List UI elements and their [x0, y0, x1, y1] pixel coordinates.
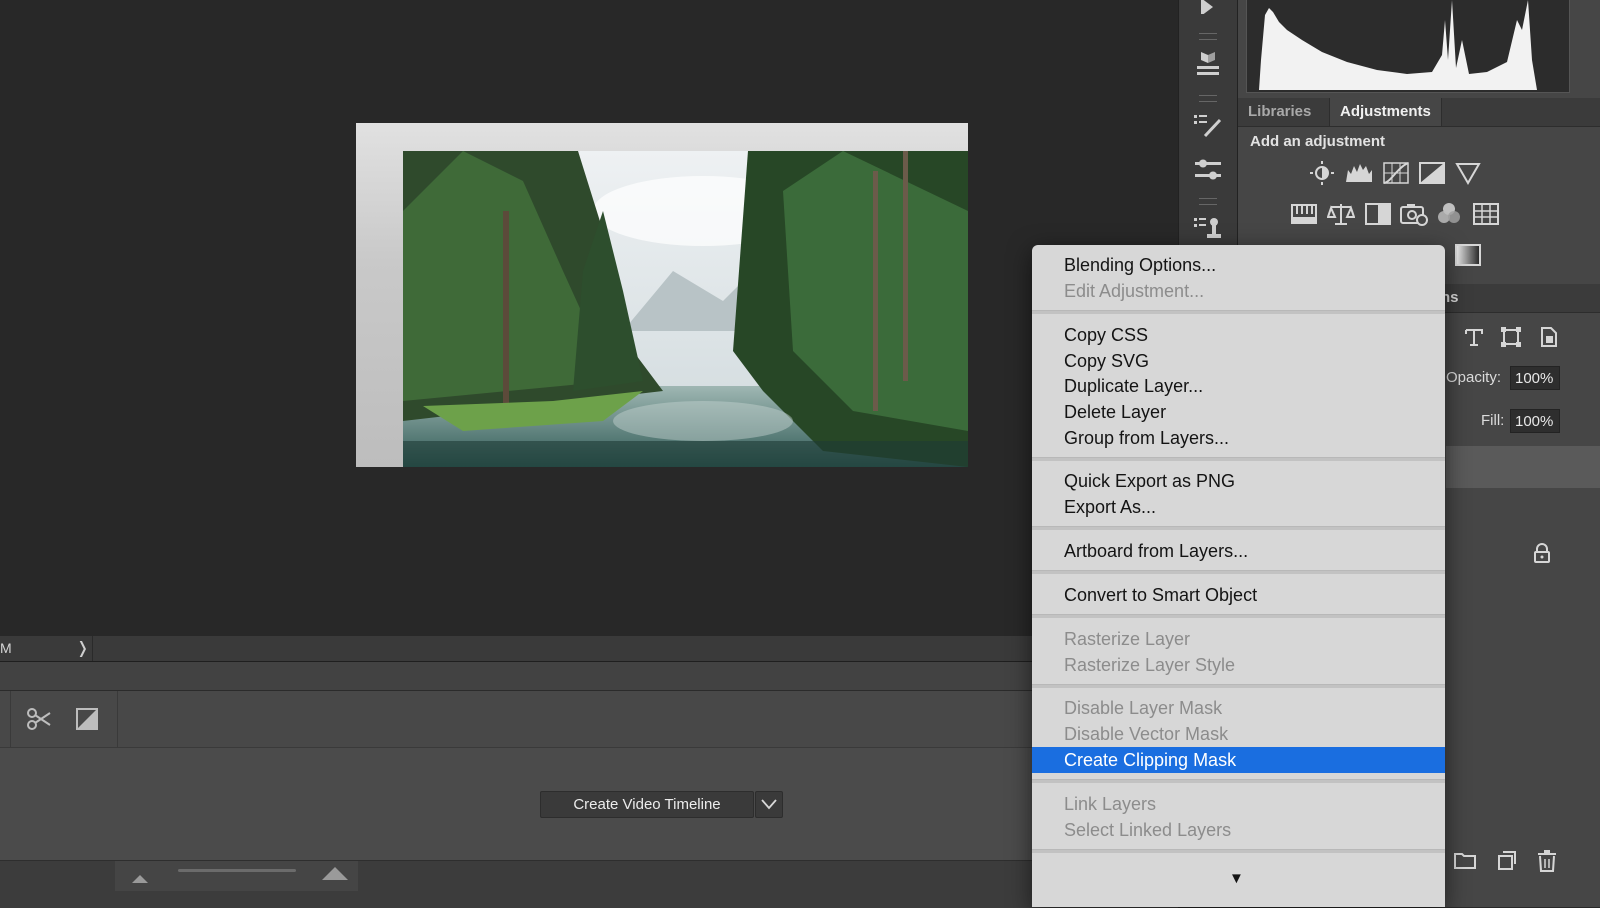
timeline-mode-dropdown[interactable] [755, 791, 783, 818]
timeline-zoom-slider[interactable] [178, 869, 296, 872]
dock-grip[interactable] [1199, 198, 1217, 205]
channel-mixer-icon[interactable] [1436, 201, 1462, 227]
forest-lake-photo-layer[interactable] [403, 151, 968, 467]
color-lookup-icon[interactable] [1473, 201, 1499, 227]
menu-item-convert-smart-object[interactable]: Convert to Smart Object [1032, 582, 1445, 608]
dock-grip[interactable] [1199, 95, 1217, 102]
status-info-cell[interactable]: M ❭ [0, 636, 93, 661]
fill-input[interactable]: 100% [1510, 409, 1560, 433]
artboard[interactable] [356, 123, 968, 467]
zoom-out-mountain-icon[interactable] [132, 871, 148, 889]
opacity-label: Opacity: [1446, 369, 1502, 386]
menu-separator [1032, 849, 1445, 853]
photo-filter-icon[interactable] [1400, 201, 1428, 227]
menu-item-blending-options[interactable]: Blending Options... [1032, 252, 1445, 278]
menu-item-rasterize-layer-style: Rasterize Layer Style [1064, 655, 1236, 675]
menu-separator [1032, 614, 1445, 618]
smart-object-filter-icon[interactable] [1539, 327, 1559, 352]
hue-saturation-icon[interactable] [1291, 201, 1317, 227]
transition-icon[interactable] [76, 708, 98, 735]
histogram-panel [1246, 0, 1570, 93]
menu-separator [1032, 310, 1445, 314]
zoom-in-mountain-icon[interactable] [322, 866, 348, 886]
timeline-footer [0, 860, 1178, 908]
levels-icon[interactable] [1345, 160, 1372, 186]
status-bar: M ❭ [0, 636, 1178, 662]
menu-separator [1032, 570, 1445, 574]
brush-settings-icon[interactable] [1193, 112, 1223, 145]
menu-item-duplicate-layer[interactable]: Duplicate Layer... [1032, 373, 1445, 399]
timeline-header [0, 662, 1178, 691]
menu-item-disable-layer-mask: Disable Layer Mask [1064, 698, 1223, 718]
layer-row-selected[interactable] [1446, 446, 1600, 488]
chevron-down-icon [761, 799, 777, 810]
document-canvas[interactable] [0, 0, 1178, 636]
brightness-contrast-icon[interactable] [1309, 160, 1335, 186]
tab-adjustments[interactable]: Adjustments [1329, 98, 1442, 126]
menu-item-link-layers: Link Layers [1064, 794, 1157, 814]
menu-item-select-linked-layers: Select Linked Layers [1064, 820, 1232, 840]
timeline-toolbar [0, 691, 1178, 748]
toolbar-divider [117, 691, 118, 747]
panel-tab-bar: Libraries Adjustments [1238, 98, 1600, 127]
trash-icon[interactable] [1537, 850, 1557, 877]
new-layer-icon[interactable] [1496, 851, 1516, 876]
menu-separator [1032, 526, 1445, 530]
color-balance-icon[interactable] [1326, 201, 1356, 227]
tool-presets-icon[interactable] [1193, 158, 1223, 189]
menu-item-edit-adjustment: Edit Adjustment... [1064, 281, 1205, 301]
vibrance-icon[interactable] [1455, 160, 1481, 186]
exposure-icon[interactable] [1419, 160, 1445, 186]
type-filter-icon[interactable] [1464, 327, 1484, 352]
menu-item-quick-export-png[interactable]: Quick Export as PNG [1032, 468, 1445, 494]
clone-source-icon[interactable] [1193, 214, 1223, 249]
tab-libraries[interactable]: Libraries [1238, 98, 1321, 126]
menu-item-artboard-from-layers[interactable]: Artboard from Layers... [1032, 538, 1445, 564]
chevron-right-icon[interactable]: ❭ [76, 638, 89, 658]
scissors-icon[interactable] [25, 705, 53, 738]
fill-label: Fill: [1481, 412, 1505, 429]
histogram-graph [1259, 0, 1537, 90]
black-white-icon[interactable] [1365, 201, 1391, 227]
menu-separator [1032, 457, 1445, 461]
folder-icon[interactable] [1454, 851, 1476, 874]
play-icon[interactable] [1197, 0, 1219, 19]
menu-scroll-down-icon[interactable]: ▼ [1229, 870, 1244, 887]
3d-layers-icon[interactable] [1195, 50, 1221, 83]
curves-icon[interactable] [1383, 160, 1409, 186]
layer-context-menu: Blending Options... Edit Adjustment... C… [1032, 245, 1445, 907]
gradient-map-icon[interactable] [1455, 242, 1481, 268]
lock-icon[interactable] [1533, 543, 1551, 568]
opacity-input[interactable]: 100% [1510, 366, 1560, 390]
menu-item-copy-svg[interactable]: Copy SVG [1032, 348, 1445, 374]
menu-separator [1032, 684, 1445, 688]
menu-item-create-clipping-mask[interactable]: Create Clipping Mask [1032, 747, 1445, 773]
menu-item-disable-vector-mask: Disable Vector Mask [1064, 724, 1229, 744]
menu-item-copy-css[interactable]: Copy CSS [1032, 322, 1445, 348]
status-text: M [0, 640, 12, 656]
create-video-timeline-button[interactable]: Create Video Timeline [540, 791, 754, 818]
menu-item-rasterize-layer: Rasterize Layer [1064, 629, 1191, 649]
menu-item-delete-layer[interactable]: Delete Layer [1032, 399, 1445, 425]
adjustments-heading: Add an adjustment [1250, 133, 1386, 150]
menu-separator [1032, 779, 1445, 783]
transform-filter-icon[interactable] [1501, 327, 1521, 352]
menu-item-group-from-layers[interactable]: Group from Layers... [1032, 425, 1445, 451]
dock-grip[interactable] [1199, 33, 1217, 40]
toolbar-divider [10, 691, 11, 747]
menu-item-export-as[interactable]: Export As... [1032, 494, 1445, 520]
